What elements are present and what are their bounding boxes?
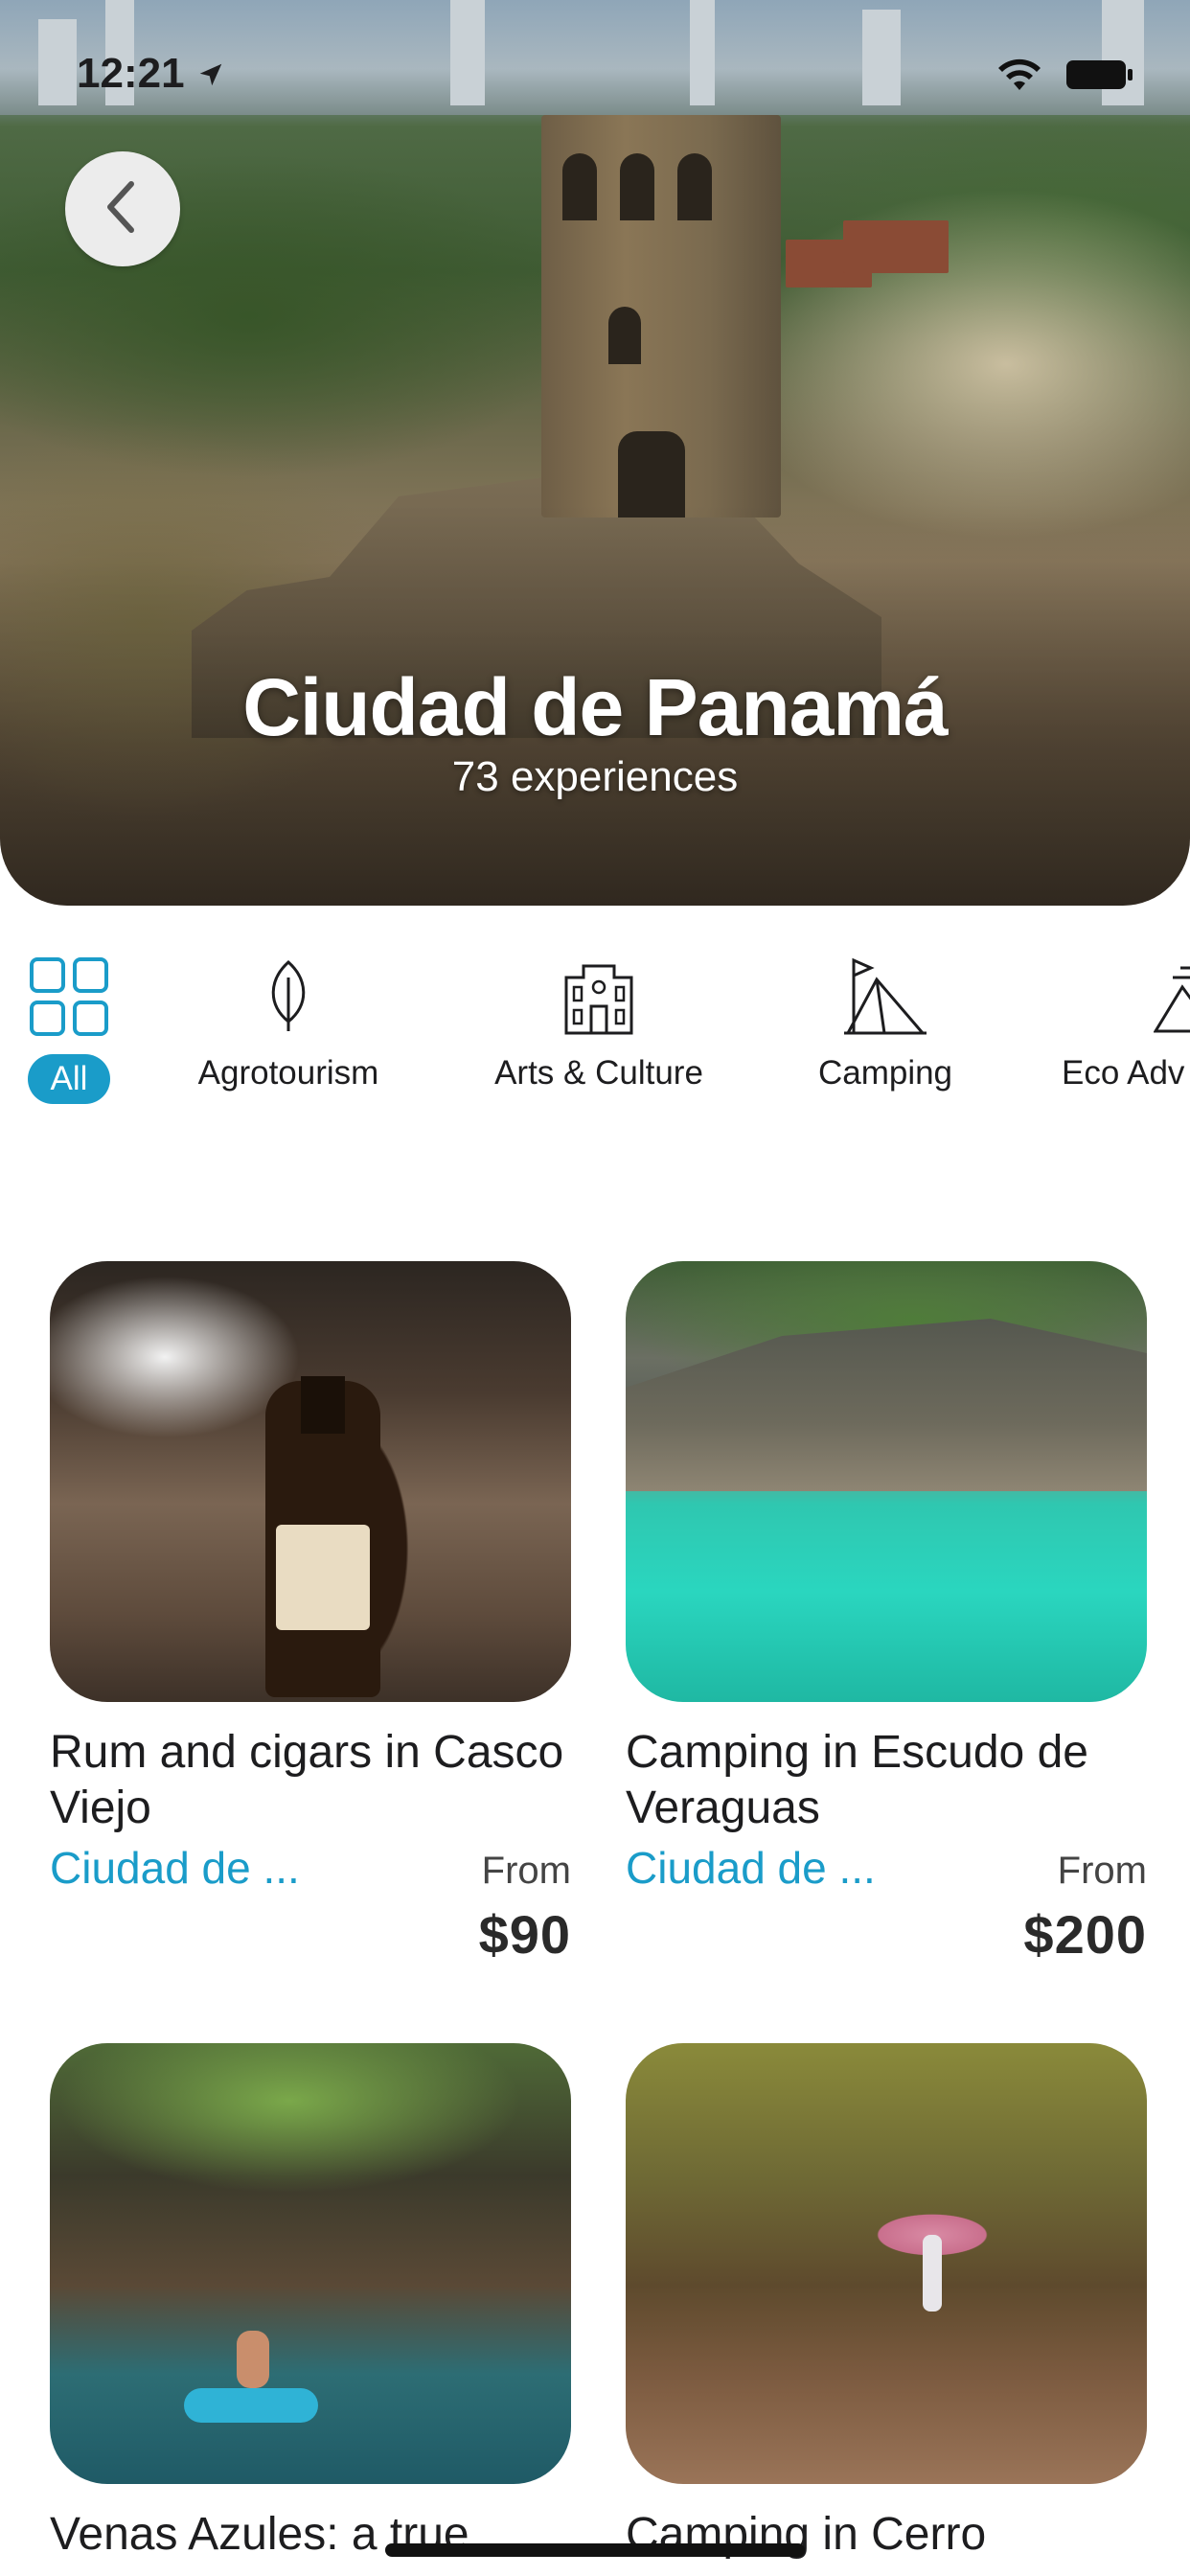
experience-image xyxy=(50,2043,571,2484)
category-agrotourism[interactable]: Agrotourism xyxy=(182,949,395,1092)
skyline-building xyxy=(450,0,485,105)
experience-title: Camping in Escudo de Veraguas xyxy=(626,1727,1088,1833)
category-label: Eco Adv xyxy=(1062,1054,1185,1092)
category-eco-adventure[interactable]: Eco Adv xyxy=(1062,949,1190,1092)
status-time: 12:21 xyxy=(77,50,225,100)
experience-card[interactable]: Rum and cigars in Casco Viejo Ciudad de … xyxy=(50,1261,571,1966)
experience-price: $90 xyxy=(478,1904,571,1965)
bell-tower xyxy=(541,115,781,518)
experience-city[interactable]: Ciudad de ... xyxy=(50,1842,300,1894)
experience-card[interactable]: Camping in Cerro xyxy=(626,2043,1147,2563)
category-label: All xyxy=(27,1054,111,1104)
tent-icon xyxy=(795,949,975,1045)
experience-title: Rum and cigars in Casco Viejo xyxy=(50,1727,564,1833)
price-from-label: From xyxy=(481,1850,571,1892)
status-icons xyxy=(995,56,1134,99)
grid-icon xyxy=(21,949,117,1045)
back-button[interactable] xyxy=(65,151,180,266)
price-from-label: From xyxy=(1057,1850,1147,1892)
experience-image xyxy=(50,1261,571,1702)
category-arts-culture[interactable]: Arts & Culture xyxy=(484,949,714,1092)
mountain-icon xyxy=(1062,949,1190,1045)
hero-banner: Ciudad de Panamá 73 experiences xyxy=(0,0,1190,906)
status-time-label: 12:21 xyxy=(77,50,185,97)
experience-price: $200 xyxy=(1023,1904,1147,1965)
experience-image xyxy=(626,2043,1147,2484)
experience-image xyxy=(626,1261,1147,1702)
category-filter-bar: All Agrotourism Arts & Culture Camping E… xyxy=(0,949,1190,1131)
skyline-building xyxy=(38,19,77,105)
experience-card[interactable]: Camping in Escudo de Veraguas Ciudad de … xyxy=(626,1261,1147,1966)
category-all[interactable]: All xyxy=(21,949,117,1104)
leaf-icon xyxy=(182,949,395,1045)
roof xyxy=(843,220,949,273)
experience-card[interactable]: Venas Azules: a true xyxy=(50,2043,571,2563)
skyline-building xyxy=(862,10,901,105)
category-label: Agrotourism xyxy=(197,1054,379,1092)
experience-count: 73 experiences xyxy=(451,753,739,800)
category-camping[interactable]: Camping xyxy=(795,949,975,1092)
building-icon xyxy=(484,949,714,1045)
wifi-icon xyxy=(995,56,1044,99)
home-indicator[interactable] xyxy=(385,2543,805,2557)
skyline-building xyxy=(690,0,715,105)
battery-icon xyxy=(1065,58,1134,96)
chevron-left-icon xyxy=(99,178,147,241)
location-arrow-icon xyxy=(196,52,225,100)
category-label: Arts & Culture xyxy=(494,1054,703,1092)
experience-city[interactable]: Ciudad de ... xyxy=(626,1842,876,1894)
category-label: Camping xyxy=(817,1054,953,1092)
page-title: Ciudad de Panamá xyxy=(242,662,949,752)
